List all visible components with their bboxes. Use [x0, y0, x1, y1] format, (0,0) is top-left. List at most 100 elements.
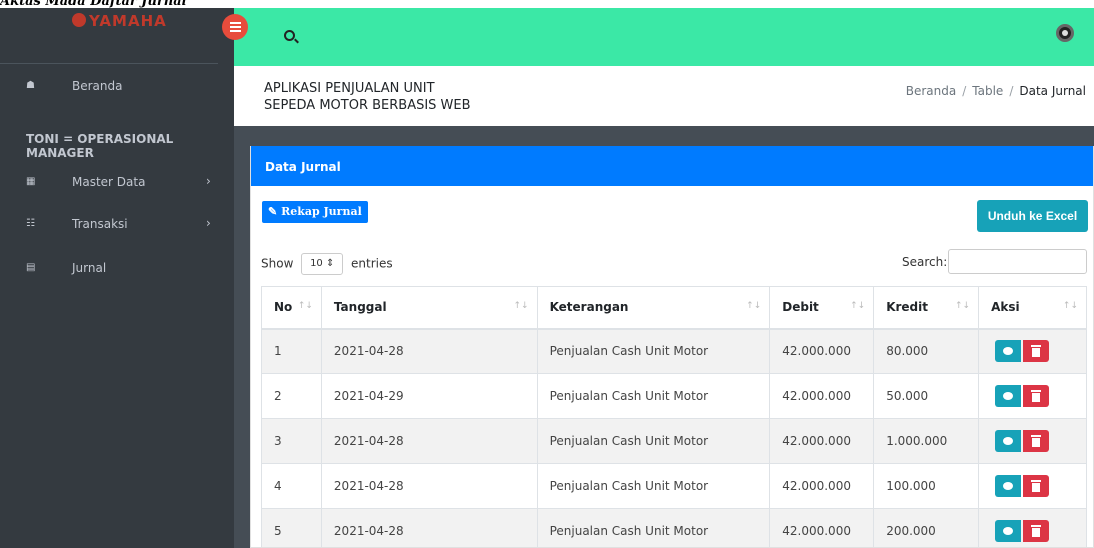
jurnal-table: No ↑↓ Tanggal ↑↓ Keterangan ↑↓ Debit ↑↓ Kred…	[261, 286, 1087, 547]
view-eye-icon[interactable]	[995, 385, 1022, 407]
column-header-aksi[interactable]: Aksi ↑↓	[978, 286, 1087, 330]
cell-aksi	[978, 463, 1087, 509]
unduh-excel-button[interactable]: Unduh ke Excel	[977, 200, 1088, 232]
sidebar-item-label: Jurnal	[72, 261, 107, 275]
cell-debit: 42.000.000	[769, 328, 875, 374]
chevron-right-icon: ›	[206, 174, 211, 188]
delete-trash-icon[interactable]	[1023, 340, 1050, 363]
table-row: 4 2021-04-28 Penjualan Cash Unit Motor 4…	[261, 463, 1087, 509]
column-header-tanggal[interactable]: Tanggal ↑↓	[320, 286, 538, 330]
sort-icon: ↑↓	[746, 301, 762, 311]
cell-aksi	[978, 328, 1087, 374]
sidebar-item-beranda[interactable]: ☗ Beranda	[0, 76, 234, 98]
column-header-no[interactable]: No ↑↓	[261, 286, 322, 330]
cell-keterangan: Penjualan Cash Unit Motor	[536, 418, 771, 464]
sidebar-item-jurnal[interactable]: ▤ Jurnal	[0, 258, 234, 280]
sidebar-toggle-button[interactable]	[222, 14, 248, 40]
cell-debit: 42.000.000	[769, 463, 875, 509]
card-header: Data Jurnal	[251, 146, 1093, 186]
top-navbar	[234, 8, 1094, 66]
delete-trash-icon[interactable]	[1023, 430, 1050, 452]
cell-aksi	[978, 373, 1087, 419]
delete-trash-icon[interactable]	[1023, 385, 1050, 407]
rekap-jurnal-label: Rekap Jurnal	[281, 205, 362, 218]
cart-icon: ☷	[26, 218, 35, 229]
table-row: 3 2021-04-28 Penjualan Cash Unit Motor 4…	[261, 418, 1087, 464]
cell-tanggal: 2021-04-28	[320, 418, 538, 464]
search-label: Search:	[902, 255, 948, 269]
cell-debit: 42.000.000	[769, 508, 875, 547]
content-header: APLIKASI PENJUALAN UNIT SEPEDA MOTOR BER…	[234, 68, 1094, 126]
sort-icon: ↑↓	[1062, 301, 1078, 311]
user-menu-icon[interactable]	[1056, 24, 1074, 42]
yamaha-logo-icon	[72, 13, 86, 27]
show-label: Show	[261, 256, 294, 271]
cell-no: 3	[261, 418, 322, 464]
search-input[interactable]	[948, 249, 1087, 274]
column-header-debit[interactable]: Debit ↑↓	[769, 286, 875, 330]
sidebar-item-transaksi[interactable]: ☷ Transaksi ›	[0, 214, 234, 236]
menu-icon	[229, 26, 241, 28]
cell-no: 1	[261, 328, 322, 374]
cell-keterangan: Penjualan Cash Unit Motor	[536, 463, 771, 509]
entries-select-value: 10	[310, 258, 323, 269]
table-row: 1 2021-04-28 Penjualan Cash Unit Motor 4…	[261, 328, 1087, 374]
search-icon[interactable]	[284, 30, 295, 41]
entries-select[interactable]: 10 ⇕	[301, 253, 344, 275]
table-row: 2 2021-04-29 Penjualan Cash Unit Motor 4…	[261, 373, 1087, 419]
cell-debit: 42.000.000	[769, 373, 875, 419]
sort-icon: ↑↓	[513, 301, 529, 311]
sidebar-item-label: Transaksi	[72, 217, 128, 231]
column-header-label: Kredit	[886, 300, 928, 315]
cell-no: 5	[261, 508, 322, 547]
table-row: 5 2021-04-28 Penjualan Cash Unit Motor 4…	[261, 508, 1087, 547]
view-eye-icon[interactable]	[995, 430, 1022, 452]
pencil-icon: ✎	[268, 205, 278, 218]
rekap-jurnal-button[interactable]: ✎ Rekap Jurnal	[262, 201, 368, 223]
entries-length-control: Show 10 ⇕ entries	[261, 253, 393, 275]
journal-icon: ▤	[26, 262, 36, 273]
breadcrumb-table[interactable]: Table	[972, 84, 1003, 98]
cell-aksi	[978, 418, 1087, 464]
sort-icon: ↑↓	[297, 301, 313, 311]
sidebar: YAMAHA ☗ Beranda TONI = OPERASIONAL MANA…	[0, 8, 234, 548]
cell-tanggal: 2021-04-28	[320, 328, 538, 374]
view-eye-icon[interactable]	[995, 340, 1022, 363]
page-title: APLIKASI PENJUALAN UNIT SEPEDA MOTOR BER…	[264, 80, 564, 114]
cell-tanggal: 2021-04-28	[320, 463, 538, 509]
delete-trash-icon[interactable]	[1023, 520, 1050, 542]
column-header-label: Keterangan	[549, 300, 629, 315]
card-title: Data Jurnal	[265, 160, 341, 174]
sort-icon: ↑↓	[850, 301, 866, 311]
sidebar-item-master-data[interactable]: ▦ Master Data ›	[0, 172, 234, 194]
column-header-label: Aksi	[991, 300, 1020, 315]
cell-tanggal: 2021-04-28	[320, 508, 538, 547]
breadcrumb-beranda[interactable]: Beranda	[906, 84, 956, 98]
cell-kredit: 200.000	[873, 508, 980, 547]
brand-name: YAMAHA	[89, 12, 167, 30]
column-header-label: No	[274, 300, 293, 315]
cell-kredit: 80.000	[873, 328, 980, 374]
user-role-header: TONI = OPERASIONAL MANAGER	[26, 132, 174, 160]
cell-no: 2	[261, 373, 322, 419]
cell-tanggal: 2021-04-29	[320, 373, 538, 419]
sidebar-item-label: Master Data	[72, 175, 146, 189]
brand[interactable]: YAMAHA	[0, 8, 218, 64]
column-header-label: Tanggal	[333, 300, 387, 315]
cell-keterangan: Penjualan Cash Unit Motor	[536, 508, 771, 547]
page-title-line-1: APLIKASI PENJUALAN UNIT	[264, 81, 435, 96]
data-jurnal-card: Data Jurnal ✎ Rekap Jurnal Unduh ke Exce…	[250, 146, 1094, 548]
cell-kredit: 50.000	[873, 373, 980, 419]
view-eye-icon[interactable]	[995, 475, 1022, 497]
view-eye-icon[interactable]	[995, 520, 1022, 542]
brand-logo: YAMAHA	[72, 12, 167, 30]
cell-keterangan: Penjualan Cash Unit Motor	[536, 328, 771, 374]
column-header-keterangan[interactable]: Keterangan ↑↓	[536, 286, 771, 330]
entries-label: entries	[351, 256, 393, 271]
delete-trash-icon[interactable]	[1023, 475, 1050, 497]
column-header-kredit[interactable]: Kredit ↑↓	[873, 286, 980, 330]
table-icon: ▦	[26, 176, 36, 187]
chevron-right-icon: ›	[206, 216, 211, 230]
breadcrumb-separator: /	[962, 84, 967, 98]
sort-icon: ↑↓	[955, 301, 971, 311]
